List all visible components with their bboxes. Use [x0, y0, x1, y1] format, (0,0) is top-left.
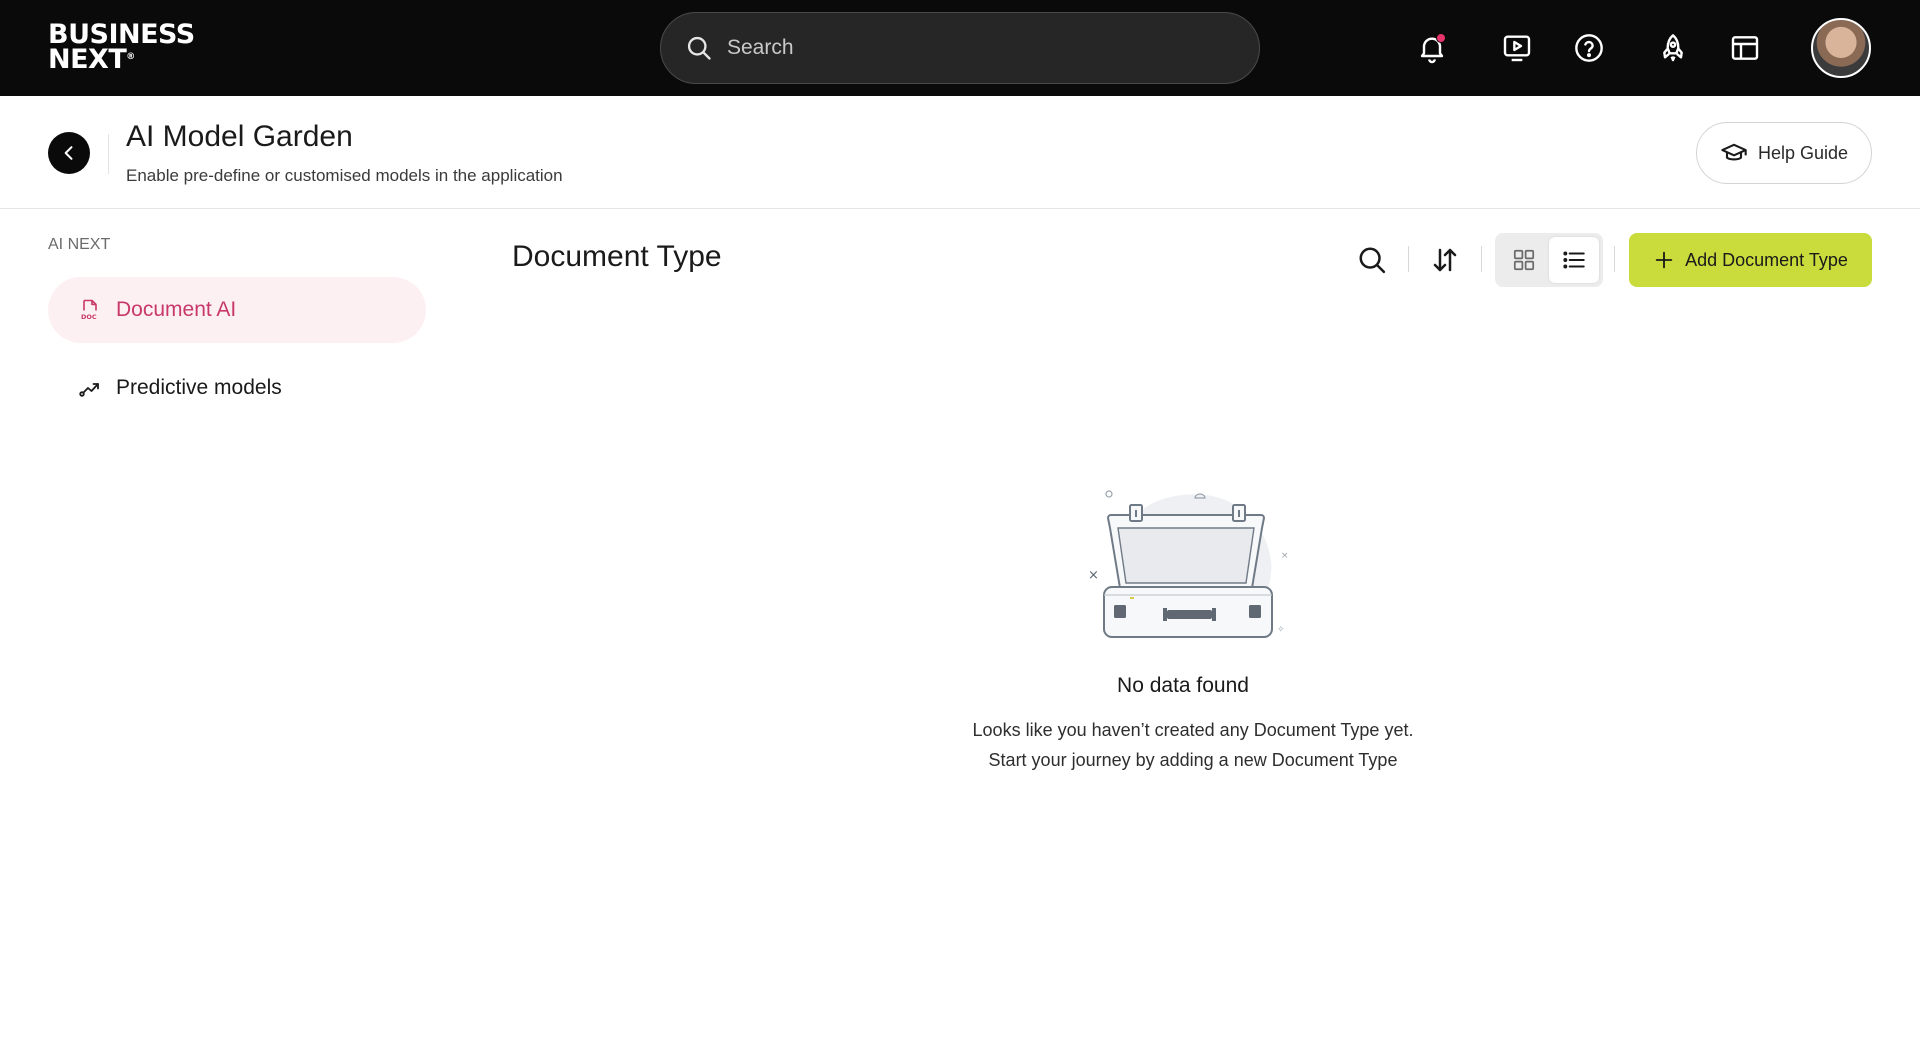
sidebar-item-document-ai[interactable]: DOC Document AI — [48, 277, 426, 343]
svg-text:DOC: DOC — [81, 313, 97, 321]
layout-icon[interactable] — [1727, 30, 1763, 66]
page-header: AI Model Garden Enable pre-define or cus… — [0, 96, 1920, 209]
graduation-cap-icon — [1721, 143, 1747, 161]
empty-state-message-line-2: Start your journey by adding a new Docum… — [988, 750, 1398, 770]
header-divider — [108, 134, 109, 174]
plus-icon — [1655, 251, 1673, 269]
page-subtitle: Enable pre-define or customised models i… — [126, 166, 563, 185]
chevron-left-icon — [64, 146, 73, 160]
grid-icon — [1513, 249, 1535, 271]
top-navigation-bar: BUSINESS NEXT® — [0, 0, 1920, 96]
sidebar-item-predictive-models[interactable]: Predictive models — [48, 355, 426, 421]
empty-state-message-line-1: Looks like you haven’t created any Docum… — [972, 720, 1414, 740]
toolbar-divider — [1614, 246, 1615, 272]
toolbar-divider — [1481, 246, 1482, 272]
global-search-bar[interactable] — [660, 12, 1260, 84]
search-icon — [1359, 247, 1386, 274]
grid-view-button[interactable] — [1499, 237, 1549, 283]
trend-icon — [79, 383, 99, 397]
notification-badge — [1436, 33, 1446, 43]
sidebar-item-label: Predictive models — [116, 376, 282, 399]
svg-text:✧: ✧ — [1277, 625, 1285, 635]
rocket-icon[interactable] — [1655, 30, 1691, 66]
list-view-button[interactable] — [1549, 237, 1599, 283]
empty-suitcase-illustration: × × ✧ — [1088, 490, 1289, 638]
search-input[interactable] — [727, 36, 1227, 60]
search-icon — [687, 36, 711, 60]
doc-file-icon: DOC — [81, 299, 97, 321]
help-guide-label: Help Guide — [1757, 142, 1849, 163]
list-icon — [1563, 251, 1585, 269]
notification-bell-icon[interactable] — [1414, 30, 1450, 66]
sort-arrows-icon — [1433, 248, 1457, 272]
empty-state-title: No data found — [1117, 674, 1249, 697]
view-mode-toggle — [1495, 233, 1603, 287]
back-button[interactable] — [48, 132, 90, 174]
sort-button[interactable] — [1427, 242, 1463, 278]
business-next-logo[interactable]: BUSINESS NEXT® — [48, 21, 195, 75]
toolbar-divider — [1408, 246, 1409, 272]
user-avatar[interactable] — [1811, 18, 1871, 78]
svg-text:×: × — [1281, 551, 1289, 561]
page-title: AI Model Garden — [126, 120, 353, 153]
help-guide-button[interactable]: Help Guide — [1696, 122, 1872, 184]
add-document-type-button[interactable]: Add Document Type — [1629, 233, 1872, 287]
search-button[interactable] — [1354, 242, 1390, 278]
help-circle-icon[interactable] — [1571, 30, 1607, 66]
logo-line-2: NEXT® — [48, 44, 135, 75]
section-title: Document Type — [512, 240, 722, 273]
video-play-icon[interactable] — [1499, 30, 1535, 66]
sidebar-section-label: AI NEXT — [48, 236, 111, 253]
add-document-type-label: Add Document Type — [1685, 249, 1848, 270]
svg-text:×: × — [1088, 568, 1099, 583]
sidebar-item-label: Document AI — [116, 298, 237, 321]
